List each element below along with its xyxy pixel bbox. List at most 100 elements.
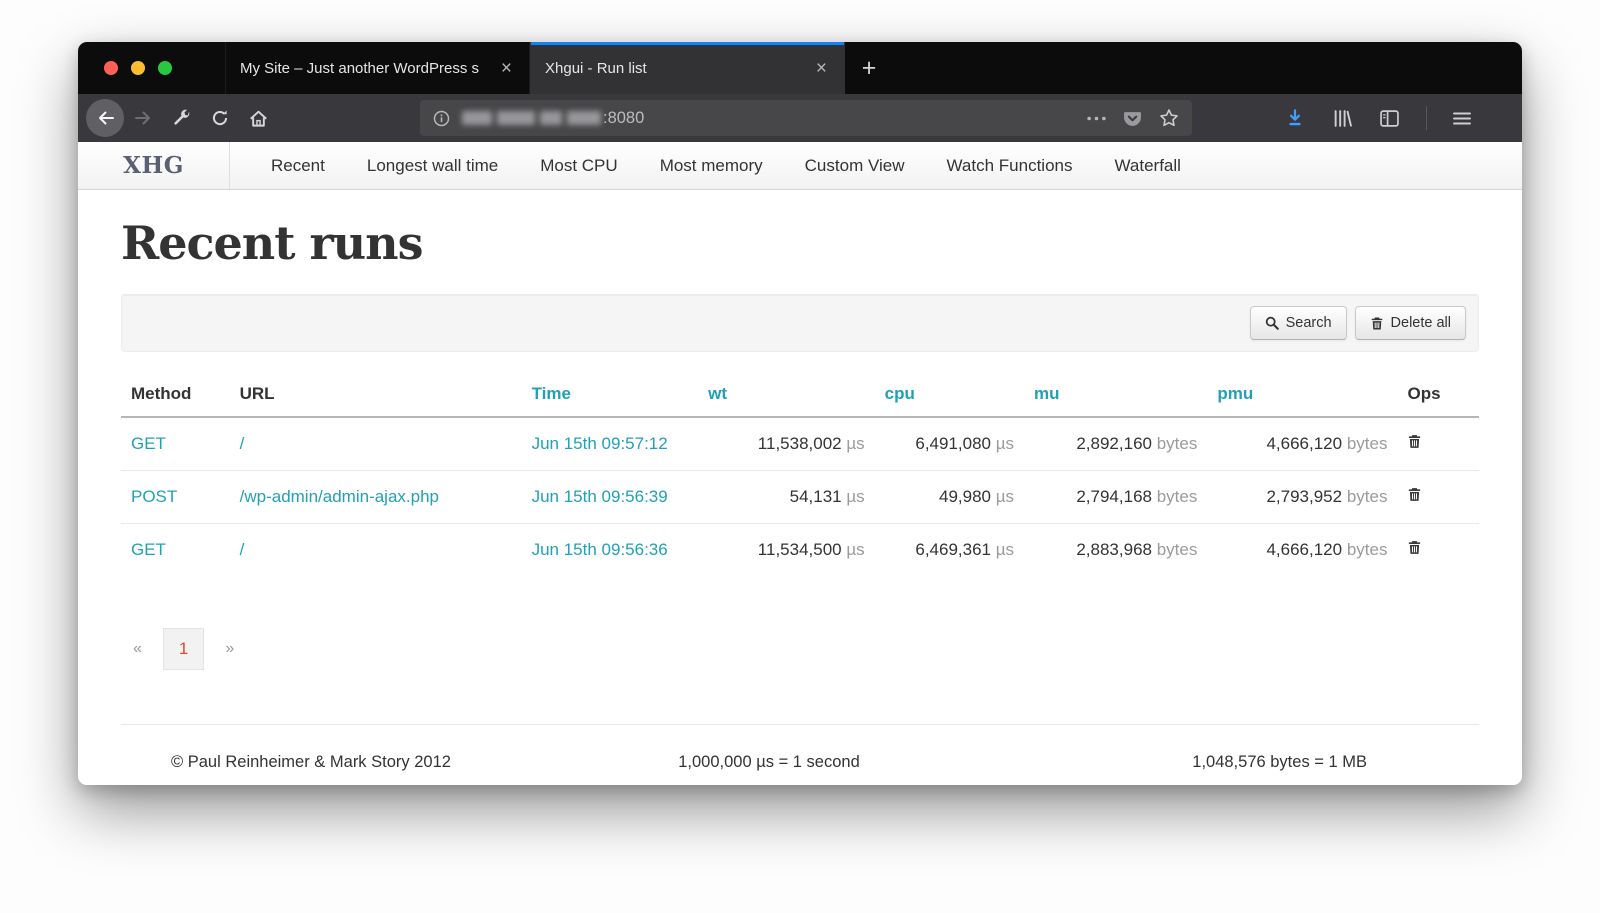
metric-value: 11,538,002 [758, 434, 842, 453]
table-row: GET / Jun 15th 09:56:36 11,534,500 µs 6,469,… [121, 524, 1479, 577]
library-button[interactable] [1324, 100, 1360, 136]
close-window-button[interactable] [104, 61, 118, 75]
page-actions-icon[interactable] [1087, 116, 1106, 121]
delete-run-button[interactable] [1407, 486, 1422, 503]
browser-tab-xhgui-run-list[interactable]: Xhgui - Run list× [530, 42, 845, 94]
metric-unit: bytes [1157, 540, 1198, 559]
new-tab-button[interactable]: + [845, 42, 893, 94]
zoom-window-button[interactable] [158, 61, 172, 75]
url-port-text: :8080 [603, 109, 644, 128]
toolbar-divider [1426, 106, 1427, 130]
page-content: XHG RecentLongest wall timeMost CPUMost … [78, 142, 1522, 785]
site-navbar: XHG RecentLongest wall timeMost CPUMost … [78, 142, 1522, 190]
header-method: Method [121, 372, 230, 417]
nav-item-longest-wall-time[interactable]: Longest wall time [346, 142, 519, 189]
actions-bar: Search Delete all [121, 294, 1479, 352]
metric-unit: µs [846, 434, 864, 453]
header-mu-sort-link[interactable]: mu [1034, 384, 1060, 403]
reload-icon [211, 109, 229, 127]
pagination: « 1 » [133, 628, 1479, 670]
delete-all-button-label: Delete all [1391, 315, 1451, 331]
site-info-icon[interactable] [433, 110, 450, 127]
run-method-link[interactable]: GET [131, 434, 166, 453]
home-button[interactable] [240, 100, 276, 136]
footer-copyright: © Paul Reinheimer & Mark Story 2012 [121, 753, 570, 772]
metric-value: 6,469,361 [915, 540, 991, 559]
table-body: GET / Jun 15th 09:57:12 11,538,002 µs 6,491,… [121, 417, 1479, 576]
table-row: GET / Jun 15th 09:57:12 11,538,002 µs 6,491,… [121, 417, 1479, 471]
metric-unit: bytes [1347, 540, 1388, 559]
pocket-icon[interactable] [1123, 109, 1142, 128]
runs-table: Method URL Time wt cpu mu pmu Ops GET / Ju… [121, 372, 1479, 576]
search-icon [1265, 316, 1279, 330]
metric-unit: µs [846, 540, 864, 559]
main-nav: RecentLongest wall timeMost CPUMost memo… [230, 142, 1202, 189]
run-method-link[interactable]: POST [131, 487, 177, 506]
metric-unit: µs [996, 540, 1014, 559]
delete-run-button[interactable] [1407, 539, 1422, 556]
back-button[interactable] [86, 99, 124, 137]
page-title: Recent runs [121, 216, 1479, 270]
reload-button[interactable] [202, 100, 238, 136]
downloads-button[interactable] [1277, 100, 1313, 136]
nav-item-most-memory[interactable]: Most memory [639, 142, 784, 189]
forward-button[interactable] [126, 100, 162, 136]
nav-item-waterfall[interactable]: Waterfall [1093, 142, 1201, 189]
metric-unit: µs [846, 487, 864, 506]
download-icon [1286, 109, 1304, 127]
nav-item-most-cpu[interactable]: Most CPU [519, 142, 638, 189]
pagination-next-button[interactable]: » [225, 640, 234, 658]
sidebar-toggle-button[interactable] [1371, 100, 1407, 136]
brand-logo[interactable]: XHG [78, 142, 230, 189]
tab-close-icon[interactable]: × [809, 59, 834, 78]
run-url-link[interactable]: / [240, 434, 245, 453]
wrench-icon [173, 109, 191, 127]
header-cpu-sort-link[interactable]: cpu [885, 384, 915, 403]
header-pmu-sort-link[interactable]: pmu [1217, 384, 1253, 403]
run-url-link[interactable]: /wp-admin/admin-ajax.php [240, 487, 439, 506]
run-method-link[interactable]: GET [131, 540, 166, 559]
run-url-link[interactable]: / [240, 540, 245, 559]
pagination-page-1[interactable]: 1 [163, 628, 204, 670]
url-redacted-host [462, 111, 601, 125]
metric-value: 4,666,120 [1266, 434, 1342, 453]
sidebar-icon [1380, 110, 1399, 127]
metric-unit: bytes [1157, 487, 1198, 506]
metric-value: 6,491,080 [915, 434, 991, 453]
bookmark-star-icon[interactable] [1159, 108, 1179, 128]
metric-unit: µs [996, 487, 1014, 506]
tab-close-icon[interactable]: × [494, 59, 519, 78]
table-header-row: Method URL Time wt cpu mu pmu Ops [121, 372, 1479, 417]
minimize-window-button[interactable] [131, 61, 145, 75]
run-time-link[interactable]: Jun 15th 09:57:12 [532, 434, 668, 453]
search-button[interactable]: Search [1250, 306, 1347, 340]
macos-window-controls [78, 42, 225, 94]
browser-window: My Site – Just another WordPress s×Xhgui… [78, 42, 1522, 785]
delete-run-button[interactable] [1407, 433, 1422, 450]
browser-toolbar: :8080 [78, 94, 1522, 142]
url-bar[interactable]: :8080 [420, 100, 1192, 136]
nav-item-recent[interactable]: Recent [250, 142, 346, 189]
header-ops: Ops [1397, 372, 1479, 417]
search-button-label: Search [1286, 315, 1332, 331]
metric-value: 11,534,500 [758, 540, 842, 559]
trash-icon [1370, 316, 1384, 331]
browser-tab-my-site-just-another-wordpress-s[interactable]: My Site – Just another WordPress s× [225, 42, 530, 94]
run-time-link[interactable]: Jun 15th 09:56:39 [532, 487, 668, 506]
header-wt-sort-link[interactable]: wt [708, 384, 727, 403]
forward-arrow-icon [134, 108, 154, 128]
tab-bar: My Site – Just another WordPress s×Xhgui… [78, 42, 1522, 94]
home-icon [249, 109, 268, 128]
header-time-sort-link[interactable]: Time [532, 384, 571, 403]
delete-all-button[interactable]: Delete all [1355, 306, 1466, 340]
metric-value: 4,666,120 [1266, 540, 1342, 559]
metric-unit: bytes [1347, 434, 1388, 453]
developer-tools-button[interactable] [164, 100, 200, 136]
back-arrow-icon [95, 108, 115, 128]
pagination-prev-button[interactable]: « [133, 640, 142, 658]
nav-item-watch-functions[interactable]: Watch Functions [926, 142, 1094, 189]
menu-button[interactable] [1444, 100, 1480, 136]
nav-item-custom-view[interactable]: Custom View [784, 142, 926, 189]
header-url: URL [230, 372, 522, 417]
run-time-link[interactable]: Jun 15th 09:56:36 [532, 540, 668, 559]
